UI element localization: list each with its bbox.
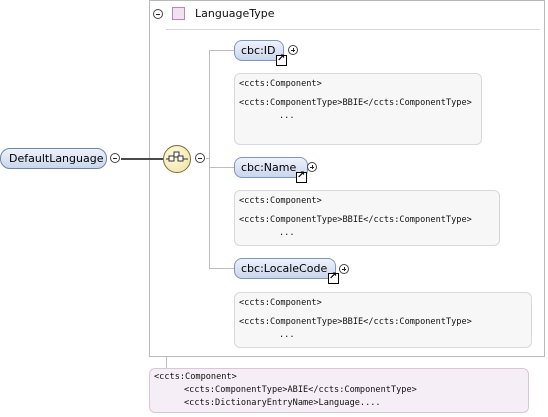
- type-title: LanguageType: [195, 7, 275, 20]
- annotation-name: <ccts:Component> <ccts:ComponentType>BBI…: [234, 190, 500, 246]
- branch-line-name: [209, 167, 234, 168]
- annotation-line: <ccts:Component>: [154, 372, 237, 382]
- expand-icon[interactable]: [339, 264, 349, 274]
- element-pill-localecode[interactable]: cbc:LocaleCode: [234, 258, 336, 279]
- root-collapse-icon[interactable]: [110, 153, 120, 163]
- root-connector: [121, 158, 163, 160]
- sequence-collapse-icon[interactable]: [195, 153, 205, 163]
- expand-icon[interactable]: [307, 162, 317, 172]
- annotation-line: <ccts:Component>: [239, 196, 322, 206]
- sequence-compositor: [163, 145, 191, 173]
- branch-line-localecode: [209, 268, 234, 269]
- branch-line-id: [209, 50, 234, 51]
- branch-line-center: [206, 158, 209, 159]
- annotation-line: <ccts:DictionaryEntryName>Language....: [184, 398, 381, 408]
- type-collapse-icon[interactable]: [153, 9, 163, 19]
- complex-type-icon: [172, 7, 185, 20]
- annotation-ellipsis: ...: [279, 111, 295, 121]
- root-element-pill[interactable]: DefaultLanguage: [0, 148, 107, 169]
- annotation-line: <ccts:ComponentType>BBIE</ccts:Component…: [239, 98, 472, 108]
- branch-vertical-line: [209, 50, 210, 268]
- sequence-icon: [166, 151, 188, 162]
- annotation-line: <ccts:Component>: [239, 79, 322, 89]
- annotation-localecode: <ccts:Component> <ccts:ComponentType>BBI…: [234, 292, 532, 348]
- annotation-ellipsis: ...: [279, 330, 295, 340]
- reference-arrow-icon: [296, 170, 307, 183]
- type-annotation: <ccts:Component> <ccts:ComponentType>ABI…: [149, 368, 529, 413]
- annotation-line: <ccts:ComponentType>BBIE</ccts:Component…: [239, 317, 472, 327]
- reference-arrow-icon: [276, 53, 287, 66]
- annotation-line: <ccts:Component>: [239, 298, 322, 308]
- reference-arrow-icon: [328, 271, 339, 284]
- annotation-id: <ccts:Component> <ccts:ComponentType>BBI…: [234, 73, 482, 145]
- annotation-line: <ccts:ComponentType>BBIE</ccts:Component…: [239, 215, 472, 225]
- annotation-line: <ccts:ComponentType>ABIE</ccts:Component…: [184, 385, 417, 395]
- type-header-divider: [166, 29, 540, 30]
- expand-icon[interactable]: [288, 45, 298, 55]
- bottom-annotation-connector: [166, 357, 167, 368]
- annotation-ellipsis: ...: [279, 228, 295, 238]
